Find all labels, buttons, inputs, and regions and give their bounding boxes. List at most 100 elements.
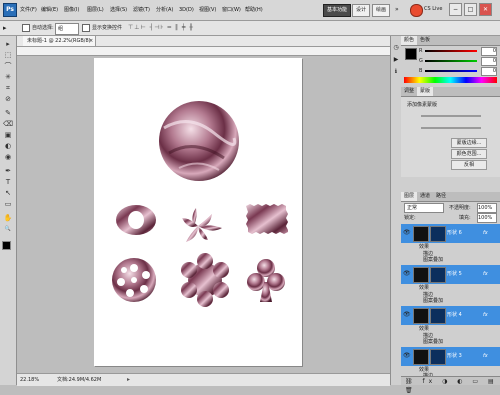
workspace-more-icon[interactable]: » bbox=[395, 4, 405, 15]
layer-name[interactable]: 形状 4 bbox=[447, 306, 462, 325]
shape-tool-icon[interactable]: ▭ bbox=[3, 200, 13, 209]
brush-tool-icon[interactable]: ✎ bbox=[3, 109, 13, 118]
color-spectrum-bar[interactable] bbox=[404, 77, 497, 83]
menu-edit[interactable]: 编辑(E) bbox=[41, 3, 58, 17]
document-tab[interactable]: 未标题-1 @ 22.2%(RGB/8) bbox=[23, 36, 96, 46]
channel-r-input[interactable]: 0 bbox=[481, 47, 497, 56]
menu-layer[interactable]: 图层(L) bbox=[87, 3, 104, 17]
maximize-button[interactable]: □ bbox=[464, 3, 477, 16]
document-page[interactable] bbox=[94, 58, 302, 366]
marquee-tool-icon[interactable]: ⬚ bbox=[3, 51, 13, 60]
zoom-tool-icon[interactable]: 🔍 bbox=[3, 225, 13, 234]
menu-window[interactable]: 窗口(W) bbox=[222, 3, 241, 17]
blur-tool-icon[interactable]: ◐ bbox=[3, 142, 13, 151]
visibility-eye-icon[interactable]: 👁 bbox=[403, 352, 411, 360]
fx-icon[interactable]: fx bbox=[483, 271, 488, 277]
layer-mask-thumbnail[interactable] bbox=[430, 308, 446, 324]
auto-select-checkbox[interactable] bbox=[22, 23, 30, 32]
channel-g-input[interactable]: 0 bbox=[481, 57, 497, 66]
blend-mode-select[interactable]: 正常 bbox=[404, 203, 444, 213]
move-tool-preset-icon[interactable]: ▸ bbox=[3, 23, 17, 33]
minimize-button[interactable]: − bbox=[449, 3, 462, 16]
tab-layers[interactable]: 图层 bbox=[401, 192, 418, 201]
tab-channels[interactable]: 通道 bbox=[417, 192, 433, 201]
close-button[interactable]: ✕ bbox=[479, 3, 492, 16]
channel-b-slider[interactable] bbox=[425, 70, 477, 72]
info-panel-icon[interactable]: ℹ bbox=[392, 68, 400, 76]
color-range-button[interactable]: 颜色范围... bbox=[451, 149, 487, 159]
auto-select-option[interactable]: 自动选择: bbox=[22, 23, 54, 33]
cs-live-icon[interactable] bbox=[410, 4, 423, 17]
tab-adjustments[interactable]: 调整 bbox=[401, 87, 417, 96]
invert-button[interactable]: 反相 bbox=[451, 160, 487, 170]
layers-footer-buttons[interactable]: ⛓ fx ◑ ◐ ▭ ▤ 🗑 bbox=[401, 376, 500, 394]
close-document-icon[interactable]: × bbox=[89, 36, 93, 46]
eraser-tool-icon[interactable]: ⌫ bbox=[3, 120, 13, 129]
layer-name[interactable]: 形状 6 bbox=[447, 224, 462, 243]
effect-pattern-overlay[interactable]: 图案叠加 bbox=[423, 339, 443, 345]
menu-3d[interactable]: 3D(D) bbox=[179, 3, 194, 17]
visibility-eye-icon[interactable]: 👁 bbox=[403, 229, 411, 237]
status-zoom[interactable]: 22.18% bbox=[20, 374, 39, 386]
show-transform-checkbox[interactable] bbox=[82, 23, 90, 32]
workspace-essentials-button[interactable]: 基本功能 bbox=[323, 4, 352, 17]
effect-pattern-overlay[interactable]: 图案叠加 bbox=[423, 298, 443, 304]
tab-masks[interactable]: 蒙版 bbox=[417, 87, 434, 96]
layer-mask-thumbnail[interactable] bbox=[430, 226, 446, 242]
auto-select-dropdown[interactable]: 组 bbox=[55, 23, 79, 35]
fx-icon[interactable]: fx bbox=[483, 230, 488, 236]
menu-select[interactable]: 选择(S) bbox=[110, 3, 127, 17]
menu-image[interactable]: 图像(I) bbox=[64, 3, 79, 17]
show-transform-option[interactable]: 显示变换控件 bbox=[82, 23, 122, 33]
layer-name[interactable]: 形状 5 bbox=[447, 265, 462, 284]
channel-r-slider[interactable] bbox=[425, 50, 477, 52]
eyedropper-tool-icon[interactable]: ⊘ bbox=[3, 95, 13, 104]
quick-select-tool-icon[interactable]: ✳ bbox=[3, 73, 13, 82]
history-panel-icon[interactable]: ◷ bbox=[392, 44, 400, 52]
fill-input[interactable]: 100% bbox=[477, 213, 497, 223]
move-tool-icon[interactable]: ▸ bbox=[3, 40, 13, 49]
hand-tool-icon[interactable]: ✋ bbox=[3, 214, 13, 223]
mask-density-slider[interactable] bbox=[421, 115, 481, 117]
status-arrow-icon[interactable]: ▸ bbox=[127, 374, 130, 386]
align-buttons[interactable]: ⊤⊥⊢ ┤⊣⊦ ═ ‖ ╪ ╫ bbox=[128, 24, 248, 32]
layer-row[interactable]: 👁 形状 4 fx bbox=[401, 306, 500, 325]
layer-row[interactable]: 👁 形状 5 fx bbox=[401, 265, 500, 284]
menu-filter[interactable]: 滤镜(T) bbox=[133, 3, 150, 17]
layer-name[interactable]: 形状 3 bbox=[447, 347, 462, 366]
menu-view[interactable]: 视图(V) bbox=[199, 3, 216, 17]
mask-edge-button[interactable]: 蒙版边缘... bbox=[451, 138, 487, 148]
mask-feather-slider[interactable] bbox=[421, 127, 481, 129]
fx-icon[interactable]: fx bbox=[483, 312, 488, 318]
actions-panel-icon[interactable]: ▶ bbox=[392, 56, 400, 64]
tab-swatches[interactable]: 色板 bbox=[417, 36, 433, 45]
lasso-tool-icon[interactable]: ⌒ bbox=[3, 62, 13, 71]
color-preview-swatch[interactable] bbox=[405, 48, 417, 60]
dodge-tool-icon[interactable]: ◉ bbox=[3, 153, 13, 162]
layer-mask-thumbnail[interactable] bbox=[430, 349, 446, 365]
effect-pattern-overlay[interactable]: 图案叠加 bbox=[423, 257, 443, 263]
tab-color[interactable]: 颜色 bbox=[401, 36, 418, 45]
channel-g-slider[interactable] bbox=[425, 60, 477, 62]
menu-analysis[interactable]: 分析(A) bbox=[156, 3, 173, 17]
visibility-eye-icon[interactable]: 👁 bbox=[403, 311, 411, 319]
menu-help[interactable]: 帮助(H) bbox=[245, 3, 263, 17]
opacity-input[interactable]: 100% bbox=[477, 203, 497, 213]
tab-paths[interactable]: 路径 bbox=[433, 192, 449, 201]
path-select-tool-icon[interactable]: ↖ bbox=[3, 189, 13, 198]
pen-tool-icon[interactable]: ✒ bbox=[3, 167, 13, 176]
workspace-painting-button[interactable]: 绘画 bbox=[372, 4, 391, 17]
foreground-color-swatch[interactable] bbox=[2, 241, 11, 250]
menu-file[interactable]: 文件(F) bbox=[20, 3, 37, 17]
fx-icon[interactable]: fx bbox=[483, 353, 488, 359]
gradient-tool-icon[interactable]: ▣ bbox=[3, 131, 13, 140]
channel-b-input[interactable]: 0 bbox=[481, 67, 497, 76]
crop-tool-icon[interactable]: ⌗ bbox=[3, 84, 13, 93]
cs-live-label[interactable]: CS Live bbox=[424, 4, 442, 15]
layer-row[interactable]: 👁 形状 3 fx bbox=[401, 347, 500, 366]
layer-row[interactable]: 👁 形状 6 fx bbox=[401, 224, 500, 243]
type-tool-icon[interactable]: T bbox=[3, 178, 13, 187]
layer-mask-thumbnail[interactable] bbox=[430, 267, 446, 283]
visibility-eye-icon[interactable]: 👁 bbox=[403, 270, 411, 278]
workspace-design-button[interactable]: 设计 bbox=[352, 4, 371, 17]
